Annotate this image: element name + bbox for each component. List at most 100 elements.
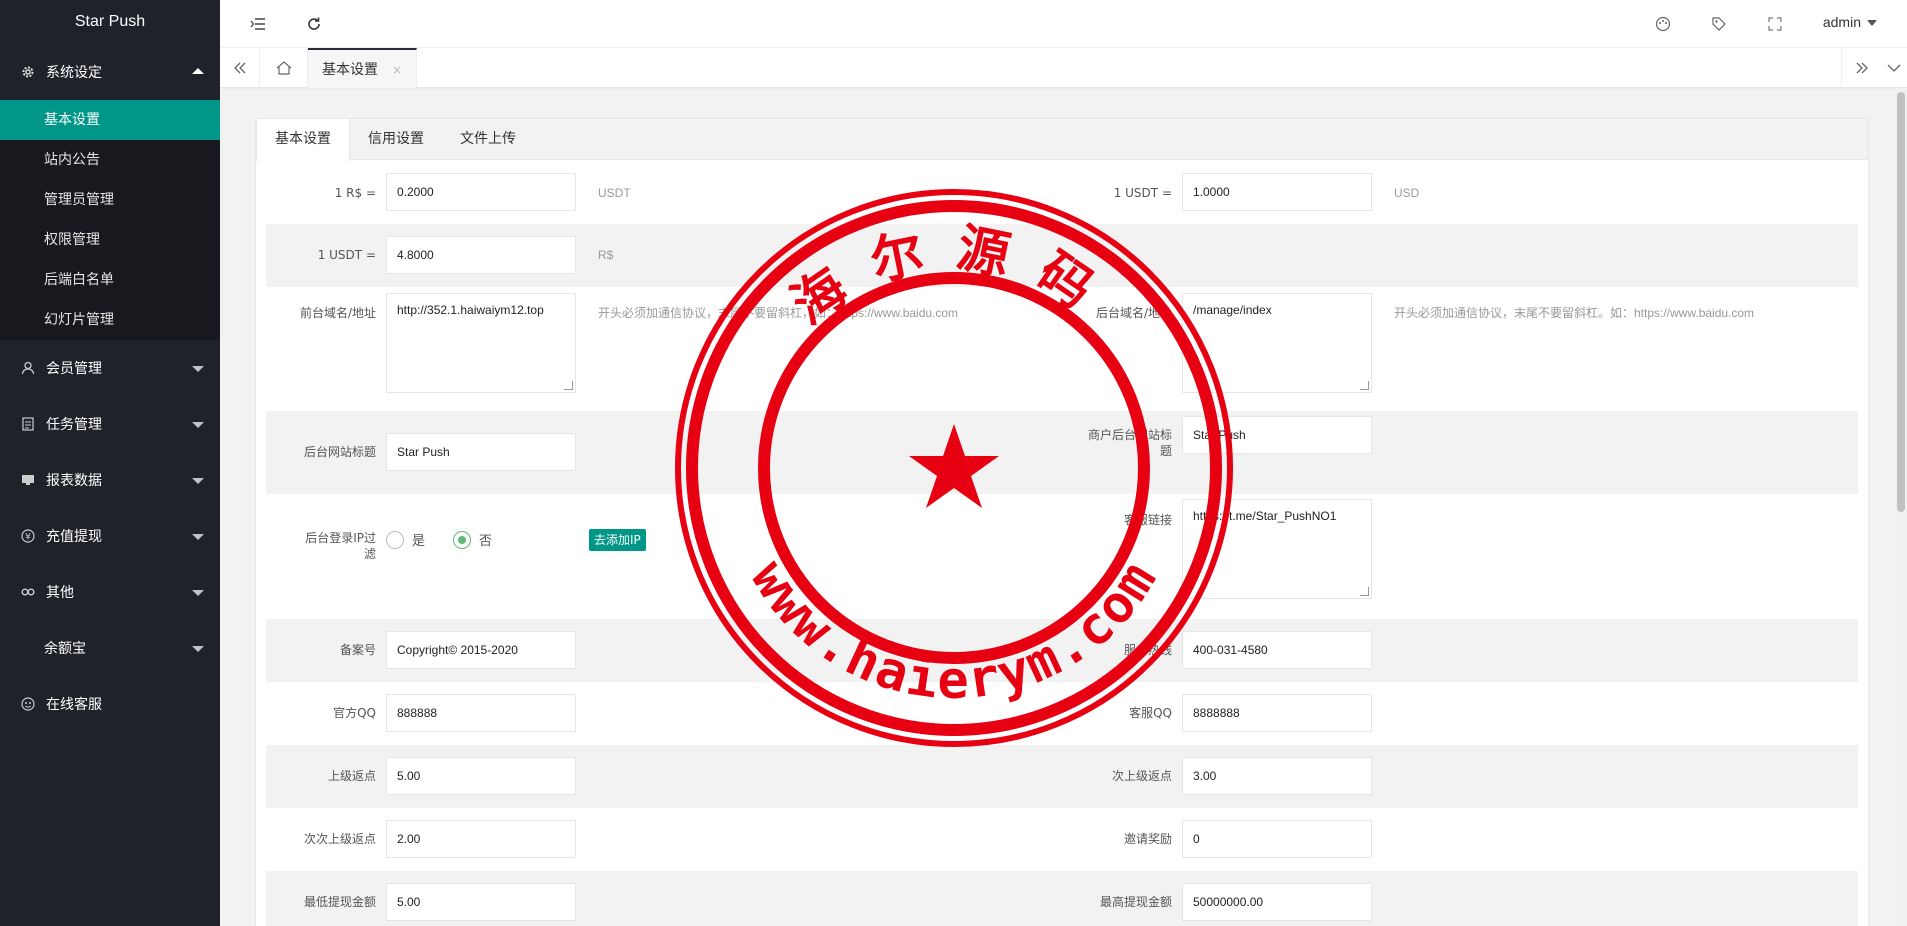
admin-title-input[interactable]: Star Push bbox=[386, 433, 576, 471]
app-logo: Star Push bbox=[74, 13, 146, 30]
nav-other[interactable]: 其他 bbox=[0, 564, 220, 620]
settings-panel: 基本设置 信用设置 文件上传 1 R$ = 0.2000 USDT 1 USDT… bbox=[255, 118, 1869, 926]
nav-label: 在线客服 bbox=[46, 697, 102, 713]
chevron-down-icon bbox=[192, 534, 204, 540]
list-icon bbox=[20, 416, 36, 432]
nav-label: 充值提现 bbox=[46, 529, 102, 545]
nav-online-service[interactable]: 在线客服 bbox=[0, 676, 220, 732]
yen-icon: ¥ bbox=[20, 528, 36, 544]
admin-domain-label: 后台域名/地址 bbox=[1095, 306, 1172, 320]
radio-circle-checked bbox=[453, 530, 471, 549]
min-withdraw-label: 最低提现金额 bbox=[303, 895, 376, 909]
sidebar-item-whitelist[interactable]: 后端白名单 bbox=[0, 260, 220, 300]
user-menu[interactable]: admin bbox=[1823, 14, 1877, 30]
tab-label: 基本设置 bbox=[322, 62, 378, 78]
admin-domain-textarea[interactable]: /manage/index bbox=[1182, 293, 1372, 393]
service-link-textarea[interactable]: https://t.me/Star_PushNO1 bbox=[1182, 499, 1372, 599]
front-domain-label: 前台域名/地址 bbox=[299, 306, 376, 320]
tabs-menu-chevron-down-icon[interactable] bbox=[1881, 48, 1907, 88]
rate-rs-label: 1 R$ = bbox=[334, 186, 376, 200]
max-withdraw-label: 最高提现金额 bbox=[1099, 895, 1172, 909]
front-domain-textarea[interactable]: http://352.1.haiwaiym12.top bbox=[386, 293, 576, 393]
sidebar-item-admin-management[interactable]: 管理员管理 bbox=[0, 180, 220, 220]
fullscreen-icon[interactable] bbox=[1765, 14, 1785, 34]
form-row: 1 USDT = 4.8000 R$ bbox=[266, 224, 1858, 287]
home-icon[interactable] bbox=[260, 48, 308, 88]
nav-label: 会员管理 bbox=[46, 361, 102, 377]
svg-text:¥: ¥ bbox=[25, 533, 31, 543]
radio-label: 是 bbox=[412, 534, 426, 549]
max-withdraw-input[interactable]: 50000000.00 bbox=[1182, 883, 1372, 921]
close-icon[interactable]: × bbox=[392, 63, 402, 77]
rebate2-label: 次上级返点 bbox=[1111, 769, 1172, 783]
nav-recharge[interactable]: ¥ 充值提现 bbox=[0, 508, 220, 564]
rebate1-input[interactable]: 5.00 bbox=[386, 757, 576, 795]
nav-reports[interactable]: 报表数据 bbox=[0, 452, 220, 508]
admin-domain-hint: 开头必须加通信协议，末尾不要留斜杠。如：https://www.baidu.co… bbox=[1394, 306, 1755, 320]
menu-toggle-icon[interactable] bbox=[248, 14, 268, 34]
settings-tabs: 基本设置 信用设置 文件上传 bbox=[256, 119, 1868, 161]
radio-label: 否 bbox=[479, 534, 493, 549]
page-tabs-bar: 基本设置 × bbox=[220, 48, 1907, 88]
nav-members[interactable]: 会员管理 bbox=[0, 340, 220, 396]
official-qq-input[interactable]: 888888 bbox=[386, 694, 576, 732]
sidebar-item-announcements[interactable]: 站内公告 bbox=[0, 140, 220, 180]
chevron-down-icon bbox=[192, 366, 204, 372]
service-icon bbox=[20, 696, 36, 712]
icp-input[interactable]: Copyright© 2015-2020 bbox=[386, 631, 576, 669]
invite-reward-input[interactable]: 0 bbox=[1182, 820, 1372, 858]
tab-upload[interactable]: 文件上传 bbox=[442, 119, 534, 160]
theme-palette-icon[interactable] bbox=[1653, 14, 1673, 34]
tab-credit[interactable]: 信用设置 bbox=[350, 119, 442, 160]
tabs-scroll-right-icon[interactable] bbox=[1841, 48, 1881, 88]
nav-yuebao[interactable]: 余额宝 bbox=[0, 620, 220, 676]
chevron-up-icon bbox=[192, 68, 204, 74]
settings-form: 1 R$ = 0.2000 USDT 1 USDT = 1.0000 USD 1… bbox=[266, 161, 1858, 926]
nav-tasks[interactable]: 任务管理 bbox=[0, 396, 220, 452]
chevron-down-icon bbox=[192, 646, 204, 652]
invite-reward-label: 邀请奖励 bbox=[1123, 832, 1172, 846]
sidebar: Star Push 系统设定 基本设置 站内公告 管理员管理 权限管理 后端白名… bbox=[0, 0, 220, 926]
tab-basic[interactable]: 基本设置 bbox=[256, 119, 350, 161]
hotline-input[interactable]: 400-031-4580 bbox=[1182, 631, 1372, 669]
caret-down-icon bbox=[1867, 20, 1877, 27]
rate-rs-input[interactable]: 0.2000 bbox=[386, 173, 576, 211]
service-qq-input[interactable]: 8888888 bbox=[1182, 694, 1372, 732]
service-qq-label: 客服QQ bbox=[1129, 706, 1172, 720]
merchant-title-input[interactable]: Star Push bbox=[1182, 416, 1372, 454]
rate-usdt-rs-input[interactable]: 4.8000 bbox=[386, 236, 576, 274]
username: admin bbox=[1822, 14, 1861, 30]
sidebar-item-slides[interactable]: 幻灯片管理 bbox=[0, 300, 220, 340]
refresh-icon[interactable] bbox=[304, 14, 324, 34]
min-withdraw-input[interactable]: 5.00 bbox=[386, 883, 576, 921]
rebate2-input[interactable]: 3.00 bbox=[1182, 757, 1372, 795]
nav-submenu: 基本设置 站内公告 管理员管理 权限管理 后端白名单 幻灯片管理 bbox=[0, 100, 220, 340]
scrollbar-thumb[interactable] bbox=[1897, 92, 1905, 512]
tabs-scroll-left-icon[interactable] bbox=[220, 48, 260, 88]
ip-filter-yes-radio[interactable]: 是 bbox=[386, 530, 425, 549]
rate-usdt-rs-unit: R$ bbox=[598, 248, 614, 262]
top-header: admin bbox=[220, 0, 1907, 48]
form-row: 官方QQ 888888 客服QQ 8888888 bbox=[266, 682, 1858, 745]
sidebar-item-permissions[interactable]: 权限管理 bbox=[0, 220, 220, 260]
rate-usdt-input[interactable]: 1.0000 bbox=[1182, 173, 1372, 211]
form-row: 前台域名/地址 http://352.1.haiwaiym12.top 开头必须… bbox=[266, 287, 1858, 411]
form-row: 最低提现金额 5.00 最高提现金额 50000000.00 bbox=[266, 871, 1858, 926]
front-domain-hint: 开头必须加通信协议，末尾不要留斜杠，如：https://www.baidu.co… bbox=[598, 306, 959, 320]
nav-system-settings[interactable]: 系统设定 bbox=[0, 44, 220, 100]
rebate3-input[interactable]: 2.00 bbox=[386, 820, 576, 858]
chevron-down-icon bbox=[192, 590, 204, 596]
tab-basic-settings[interactable]: 基本设置 × bbox=[308, 48, 418, 88]
add-ip-button[interactable]: 去添加IP bbox=[589, 529, 646, 551]
form-row: 上级返点 5.00 次上级返点 3.00 bbox=[266, 745, 1858, 808]
ip-filter-label: 后台登录IP过滤 bbox=[305, 531, 376, 561]
rate-usdt-label: 1 USDT = bbox=[1113, 186, 1172, 200]
icp-label: 备案号 bbox=[339, 643, 376, 657]
page-scrollbar[interactable] bbox=[1895, 88, 1907, 926]
ip-filter-no-radio[interactable]: 否 bbox=[453, 530, 492, 549]
tag-icon[interactable] bbox=[1709, 14, 1729, 34]
infinity-icon bbox=[20, 584, 36, 600]
admin-title-label: 后台网站标题 bbox=[303, 445, 376, 459]
gear-icon bbox=[20, 64, 36, 80]
sidebar-item-basic-settings[interactable]: 基本设置 bbox=[0, 100, 220, 140]
